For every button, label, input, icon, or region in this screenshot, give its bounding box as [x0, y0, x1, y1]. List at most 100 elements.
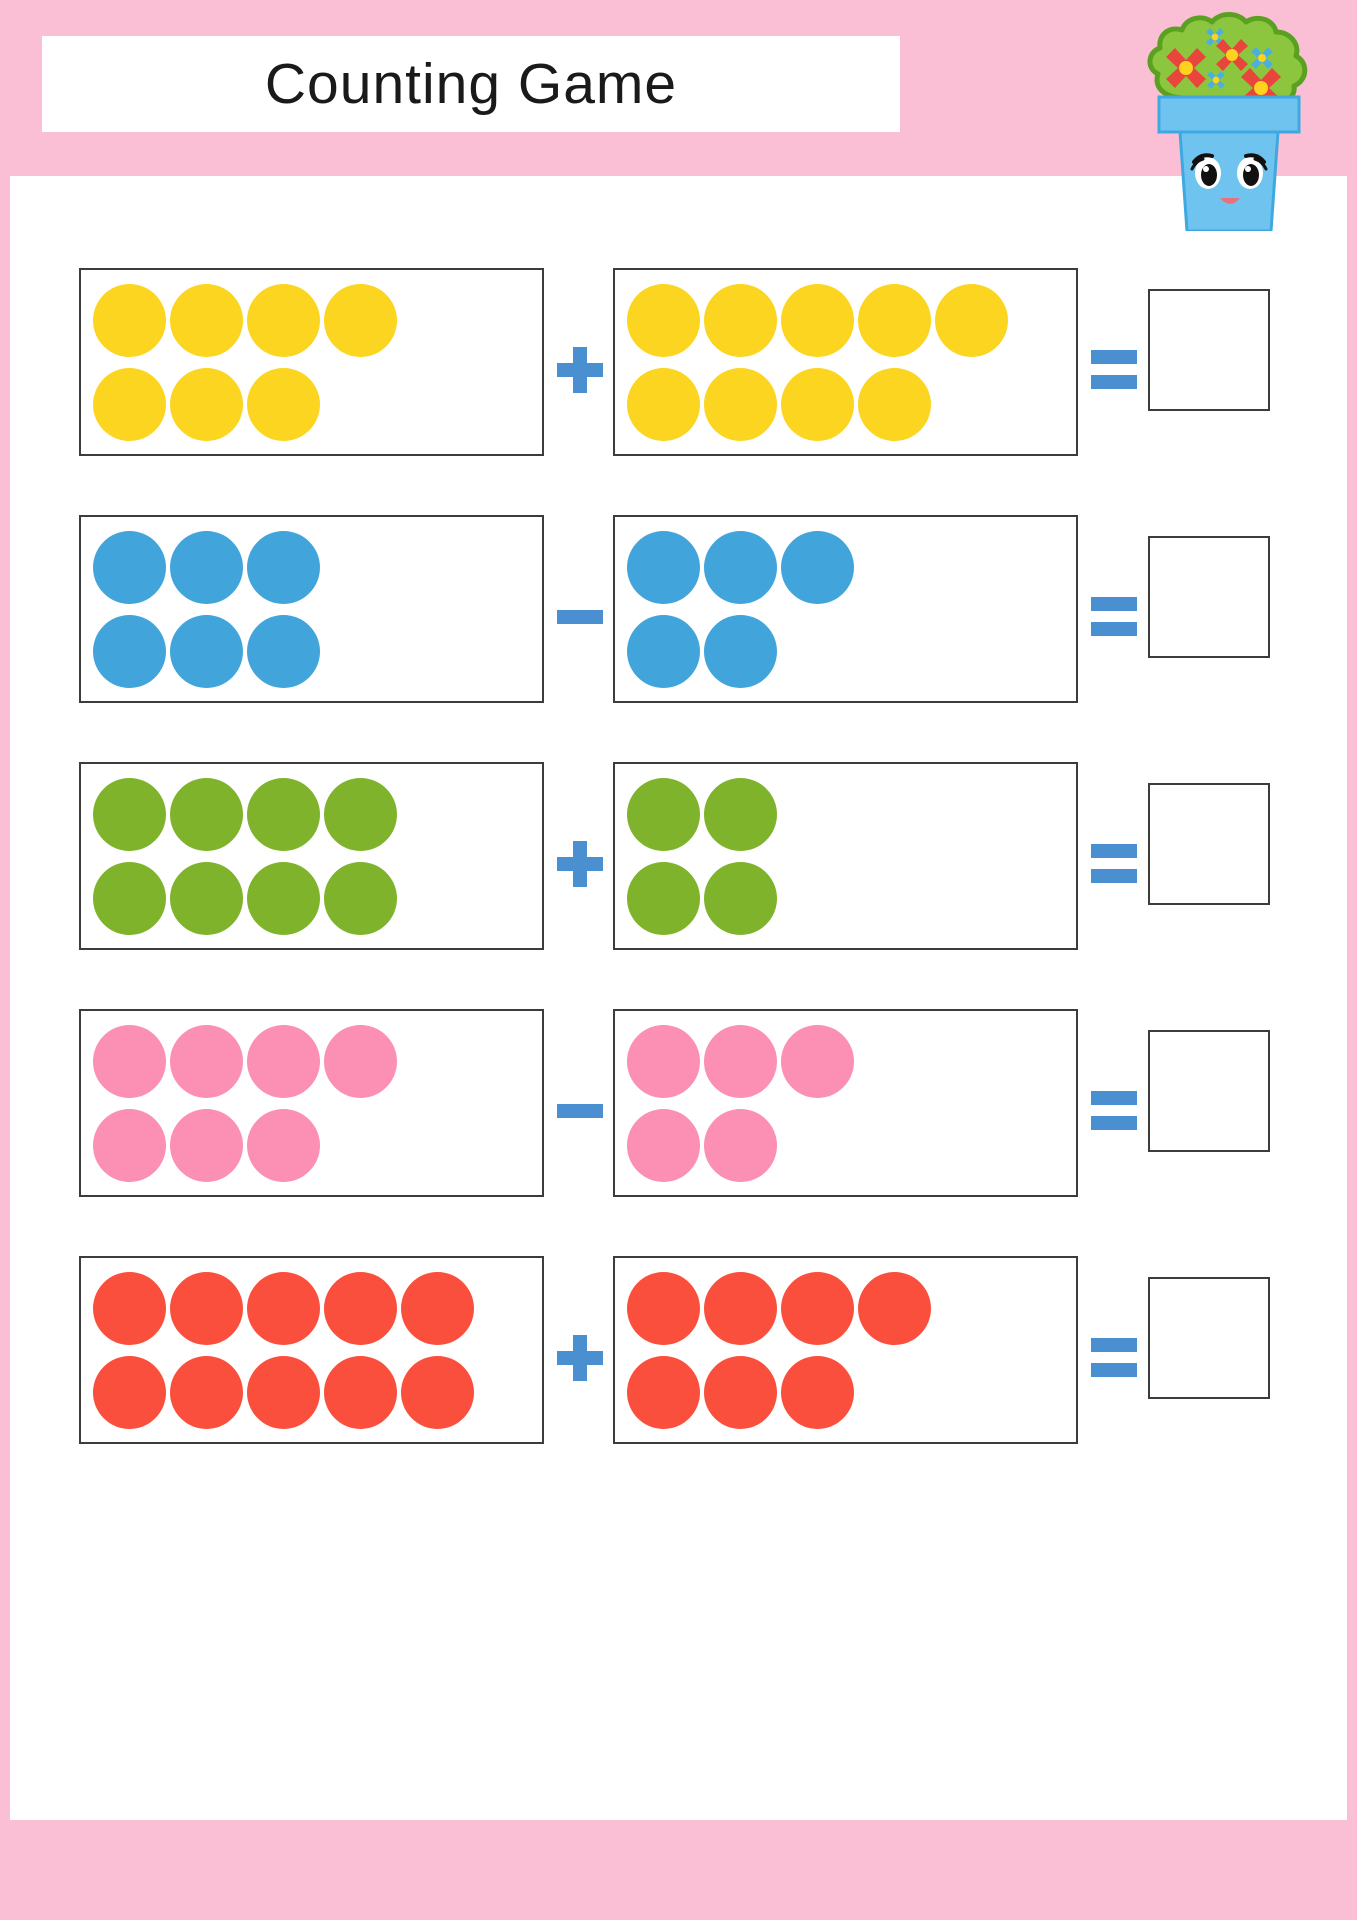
counting-dot [247, 367, 320, 441]
answer-input-box[interactable] [1148, 536, 1270, 658]
answer-input-box[interactable] [1148, 289, 1270, 411]
counting-dot [324, 1355, 397, 1429]
counting-dot [401, 1355, 474, 1429]
dot-row [91, 525, 532, 609]
counting-dot [704, 1271, 777, 1345]
counting-dot [627, 530, 700, 604]
dot-row [625, 856, 1066, 940]
counting-dot [93, 614, 166, 688]
counting-dot [781, 1271, 854, 1345]
counting-dot [324, 1024, 397, 1098]
operator-glyph [557, 346, 603, 393]
counting-dot [93, 367, 166, 441]
counting-dot [170, 1355, 243, 1429]
counting-dot [170, 861, 243, 935]
dot-row [91, 1019, 532, 1103]
dot-row [625, 1266, 1066, 1350]
counting-dot [324, 283, 397, 357]
left-group-box [79, 1009, 544, 1197]
operator-glyph [557, 840, 603, 887]
dot-row [625, 1103, 1066, 1187]
counting-dot [170, 777, 243, 851]
counting-dot [247, 1024, 320, 1098]
counting-dot [627, 1024, 700, 1098]
counting-dot [247, 861, 320, 935]
dot-row [91, 609, 532, 693]
dot-row [91, 856, 532, 940]
left-group-box [79, 1256, 544, 1444]
dot-row [625, 525, 1066, 609]
answer-input-box[interactable] [1148, 783, 1270, 905]
counting-dot [170, 614, 243, 688]
counting-dot [93, 1355, 166, 1429]
right-group-box [613, 268, 1078, 456]
left-group-box [79, 515, 544, 703]
equals-icon [1091, 740, 1137, 987]
exercise-list [0, 246, 1357, 1481]
minus-icon [556, 493, 604, 740]
counting-dot [858, 1271, 931, 1345]
equals-bar [1091, 1091, 1137, 1105]
exercise-row [0, 987, 1357, 1234]
counting-dot [247, 1108, 320, 1182]
exercise-row [0, 246, 1357, 493]
equals-bar [1091, 1338, 1137, 1352]
equals-bar [1091, 375, 1137, 389]
equals-icon [1091, 246, 1137, 493]
counting-dot [781, 1024, 854, 1098]
equals-bar [1091, 597, 1137, 611]
answer-input-box[interactable] [1148, 1277, 1270, 1399]
dot-row [625, 772, 1066, 856]
answer-input-box[interactable] [1148, 1030, 1270, 1152]
operator-glyph [557, 1103, 603, 1118]
counting-dot [627, 614, 700, 688]
plus-icon [556, 1234, 604, 1481]
counting-dot [627, 1355, 700, 1429]
counting-dot [627, 283, 700, 357]
counting-dot [704, 367, 777, 441]
dot-row [625, 278, 1066, 362]
counting-dot [627, 367, 700, 441]
left-group-box [79, 268, 544, 456]
equals-bar [1091, 844, 1137, 858]
minus-icon [556, 987, 604, 1234]
equals-bar [1091, 1363, 1137, 1377]
counting-dot [93, 777, 166, 851]
counting-dot [170, 367, 243, 441]
equals-icon [1091, 1234, 1137, 1481]
equals-bar [1091, 622, 1137, 636]
dot-row [625, 362, 1066, 446]
operator-glyph [557, 1334, 603, 1381]
counting-dot [170, 530, 243, 604]
counting-dot [401, 1271, 474, 1345]
counting-dot [247, 777, 320, 851]
exercise-row [0, 493, 1357, 740]
counting-dot [170, 1271, 243, 1345]
counting-dot [247, 530, 320, 604]
footer-band [0, 1820, 1357, 1920]
dot-row [91, 1266, 532, 1350]
counting-dot [627, 777, 700, 851]
right-group-box [613, 762, 1078, 950]
equals-icon [1091, 493, 1137, 740]
counting-dot [704, 1108, 777, 1182]
dot-row [91, 362, 532, 446]
counting-dot [247, 1355, 320, 1429]
dot-row [91, 1350, 532, 1434]
dot-row [625, 1019, 1066, 1103]
counting-dot [627, 861, 700, 935]
counting-dot [170, 283, 243, 357]
counting-dot [627, 1108, 700, 1182]
counting-dot [324, 861, 397, 935]
counting-dot [781, 530, 854, 604]
exercise-row [0, 740, 1357, 987]
counting-dot [247, 1271, 320, 1345]
right-group-box [613, 1256, 1078, 1444]
counting-dot [704, 777, 777, 851]
dot-row [91, 278, 532, 362]
counting-dot [781, 283, 854, 357]
dot-row [91, 1103, 532, 1187]
counting-dot [704, 614, 777, 688]
counting-dot [704, 530, 777, 604]
equals-bar [1091, 350, 1137, 364]
